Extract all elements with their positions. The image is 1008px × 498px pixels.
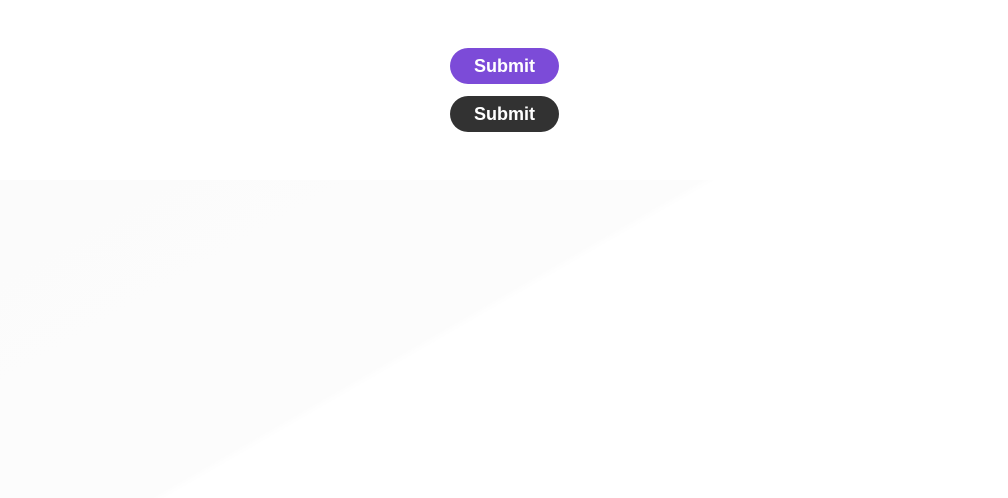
submit-button-primary[interactable]: Submit <box>450 48 559 84</box>
background-gradient <box>0 180 1008 498</box>
submit-button-dark[interactable]: Submit <box>450 96 559 132</box>
page: Submit Submit <box>0 0 1008 498</box>
button-stack: Submit Submit <box>450 48 559 132</box>
